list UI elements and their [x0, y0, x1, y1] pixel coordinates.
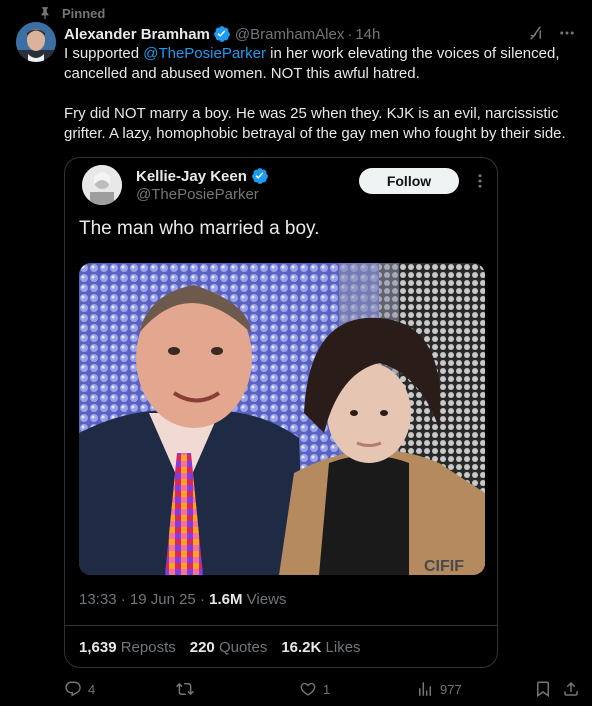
- share-icon: [562, 680, 580, 698]
- pin-icon: [38, 6, 52, 20]
- quoted-tweet-photo[interactable]: CIFIF: [79, 263, 485, 575]
- separator-dot: ·: [120, 591, 130, 608]
- share-button[interactable]: [562, 680, 580, 698]
- follow-button[interactable]: Follow: [359, 168, 459, 194]
- like-count: 1: [323, 681, 331, 697]
- quotes-count: 220: [189, 639, 215, 656]
- views-count: 977: [440, 681, 462, 697]
- mention-link[interactable]: @ThePosieParker: [143, 45, 266, 62]
- likes-label: Likes: [325, 639, 361, 656]
- tweet-action-bar: 4 1 977: [64, 680, 580, 702]
- separator-dot: ·: [347, 25, 353, 43]
- like-button[interactable]: 1: [299, 680, 330, 698]
- photo-jacket-text: CIFIF: [424, 558, 464, 575]
- likes-count: 16.2K: [281, 639, 322, 656]
- bookmark-button[interactable]: [534, 680, 552, 698]
- reposts-stat[interactable]: 1,639 Reposts: [79, 639, 176, 656]
- verified-badge-icon: [251, 167, 269, 185]
- quoted-tweet-text: The man who married a boy.: [79, 218, 320, 239]
- author-avatar[interactable]: [16, 22, 56, 62]
- grok-icon[interactable]: [526, 24, 544, 42]
- heart-icon: [299, 680, 317, 698]
- tweet-time[interactable]: 14h: [355, 26, 380, 43]
- reply-icon: [64, 680, 82, 698]
- verified-badge-icon: [213, 25, 231, 43]
- likes-stat[interactable]: 16.2K Likes: [281, 639, 360, 656]
- tweet-text: I supported @ThePosieParker in her work …: [64, 44, 580, 144]
- quoted-more-icon[interactable]: [471, 172, 489, 190]
- divider: [65, 625, 497, 626]
- separator-dot: ·: [199, 591, 210, 608]
- tweet-paragraph-1: I supported @ThePosieParker in her work …: [64, 44, 580, 84]
- tweet-paragraph-2: Fry did NOT marry a boy. He was 25 when …: [64, 105, 566, 142]
- quoted-tweet-card[interactable]: Kellie-Jay Keen @ThePosieParker Follow T…: [64, 157, 498, 668]
- quoted-author-name-row: Kellie-Jay Keen: [136, 167, 269, 185]
- author-name[interactable]: Alexander Bramham: [64, 26, 210, 43]
- quoted-tweet-meta: 13:33 · 19 Jun 25 · 1.6M Views: [79, 591, 286, 608]
- bookmark-icon: [534, 680, 552, 698]
- quoted-date[interactable]: 19 Jun 25: [130, 591, 196, 608]
- reposts-label: Reposts: [120, 639, 176, 656]
- quotes-label: Quotes: [218, 639, 268, 656]
- pinned-label: Pinned: [62, 5, 106, 21]
- quoted-views-label: Views: [246, 591, 287, 608]
- quoted-author-handle[interactable]: @ThePosieParker: [136, 186, 259, 203]
- author-handle[interactable]: @BramhamAlex: [235, 26, 344, 43]
- tweet-header: Alexander Bramham @BramhamAlex · 14h: [64, 24, 576, 44]
- quoted-author-name[interactable]: Kellie-Jay Keen: [136, 168, 247, 185]
- reply-button[interactable]: 4: [64, 680, 95, 698]
- views-button[interactable]: 977: [416, 680, 462, 698]
- reposts-count: 1,639: [79, 639, 117, 656]
- reply-count: 4: [88, 681, 96, 697]
- quoted-stats: 1,639 Reposts 220 Quotes 16.2K Likes: [79, 639, 361, 656]
- retweet-button[interactable]: [176, 680, 200, 698]
- quoted-author-avatar[interactable]: [82, 165, 122, 205]
- tweet-text-segment: I supported: [64, 45, 144, 62]
- pinned-indicator: Pinned: [38, 4, 105, 22]
- quoted-time[interactable]: 13:33: [79, 591, 117, 608]
- more-options-icon[interactable]: [558, 24, 576, 42]
- quotes-stat[interactable]: 220 Quotes: [190, 639, 268, 656]
- analytics-icon: [416, 680, 434, 698]
- quoted-views-count: 1.6M: [209, 591, 243, 608]
- retweet-icon: [176, 680, 194, 698]
